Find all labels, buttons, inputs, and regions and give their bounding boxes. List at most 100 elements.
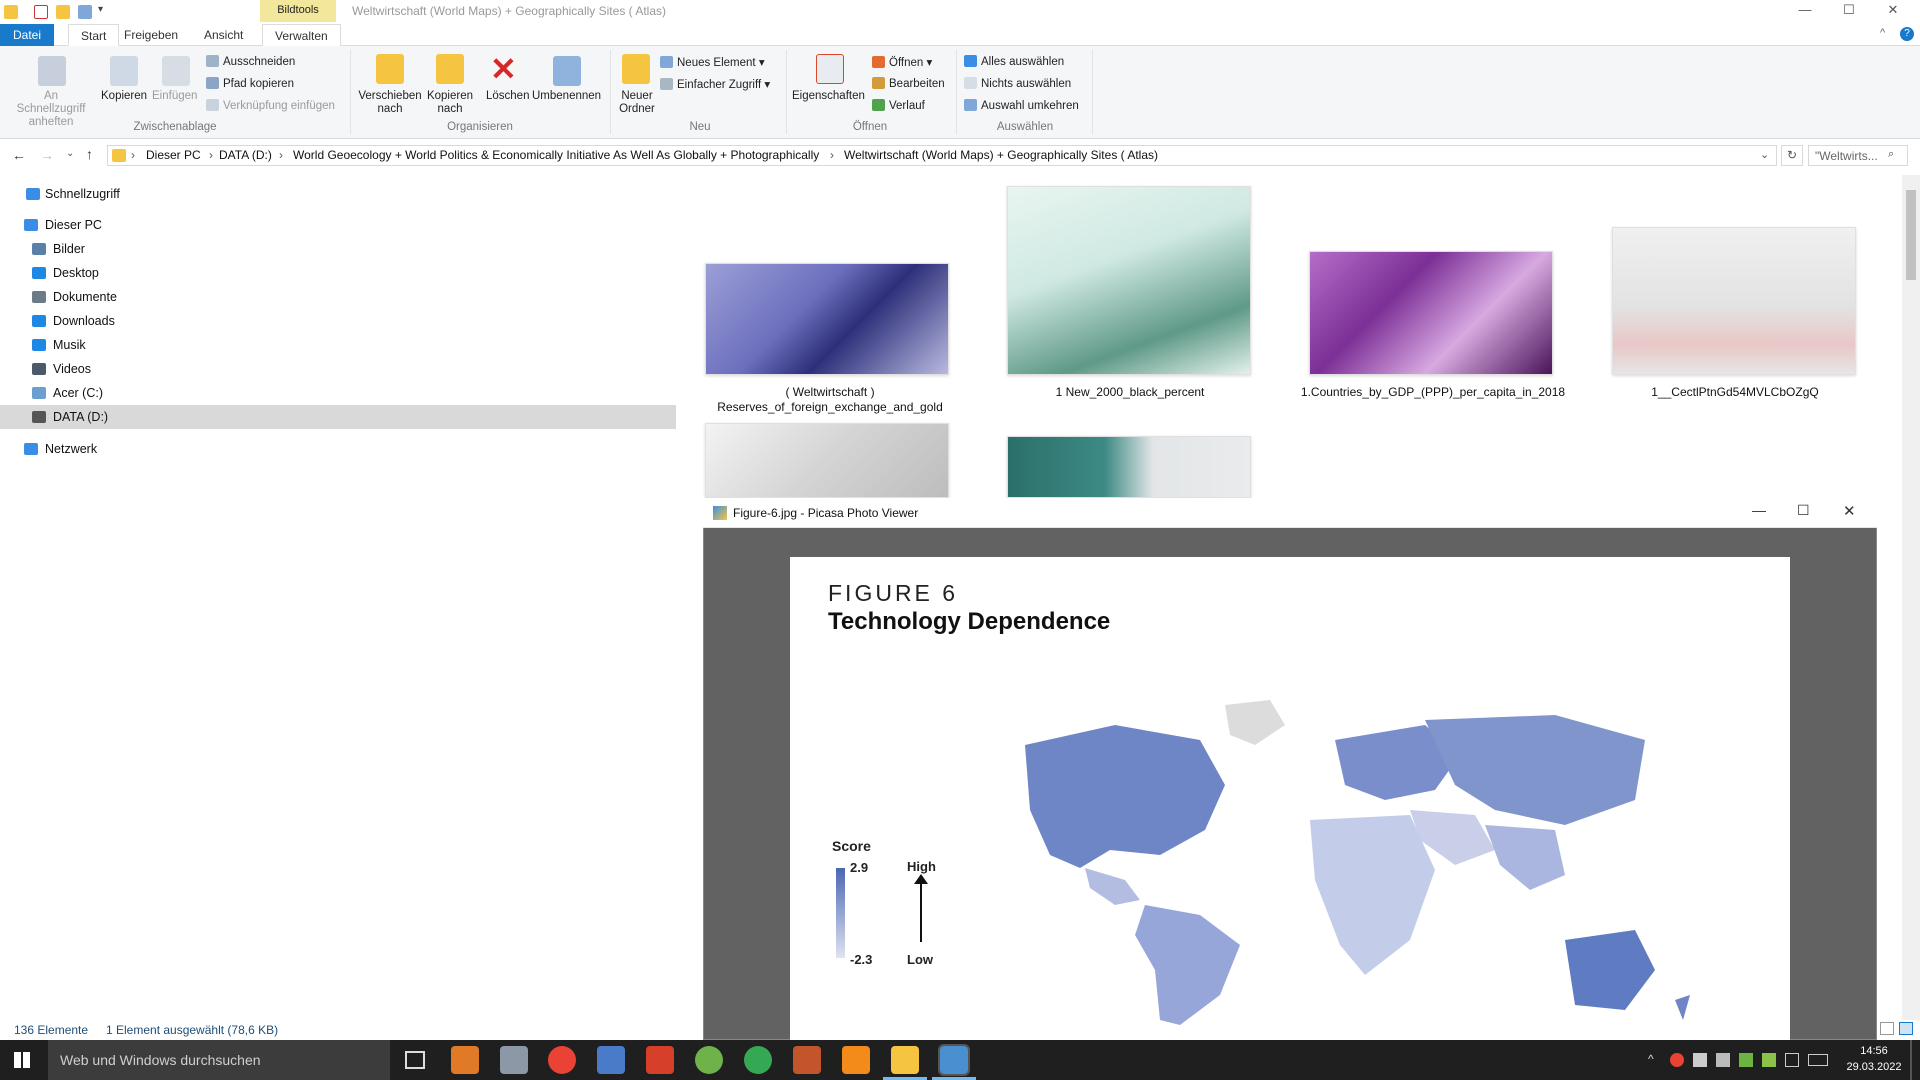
rename-qat-icon[interactable]	[78, 5, 92, 19]
properties-button[interactable]: Eigenschaften	[792, 90, 865, 102]
breadcrumb-separator-icon[interactable]: ›	[830, 148, 834, 162]
taskbar-time[interactable]: 14:56	[1848, 1045, 1900, 1057]
breadcrumb-separator-icon[interactable]: ›	[209, 148, 213, 162]
picasa-taskbar-icon[interactable]	[695, 1046, 723, 1074]
copy-to-button[interactable]: Kopieren nach	[422, 90, 478, 116]
nav-item-bilder[interactable]: Bilder	[0, 237, 676, 261]
cut-button[interactable]: Ausschneiden	[206, 55, 295, 68]
file-thumbnail[interactable]	[1612, 227, 1856, 375]
picasa-viewer-taskbar-icon[interactable]	[938, 1044, 970, 1076]
file-explorer-taskbar-icon[interactable]	[891, 1046, 919, 1074]
scrollbar-thumb[interactable]	[1906, 190, 1916, 280]
file-thumbnail[interactable]	[1309, 251, 1553, 375]
edit-button[interactable]: Bearbeiten	[872, 77, 945, 90]
file-caption[interactable]: 1 New_2000_black_percent	[985, 385, 1275, 400]
back-icon[interactable]: ←	[12, 147, 26, 163]
picasa-minimize-button[interactable]: —	[1752, 502, 1766, 518]
breadcrumb-separator-icon[interactable]: ›	[131, 148, 135, 162]
nav-item-dieser-pc[interactable]: Dieser PC	[0, 213, 676, 237]
tab-ansicht[interactable]: Ansicht	[192, 24, 255, 46]
rename-button[interactable]: Umbenennen	[532, 90, 601, 102]
tray-chevron-icon[interactable]: ^	[1648, 1052, 1654, 1066]
taskbar-app-icon[interactable]	[500, 1046, 528, 1074]
select-none-button[interactable]: Nichts auswählen	[964, 77, 1071, 90]
file-thumbnail[interactable]	[1007, 436, 1251, 498]
picasa-maximize-button[interactable]: ☐	[1797, 502, 1810, 519]
show-desktop-button[interactable]	[1910, 1040, 1912, 1080]
breadcrumb-data-d[interactable]: DATA (D:)	[219, 148, 272, 162]
ribbon-collapse-icon[interactable]: ^	[1880, 27, 1885, 39]
paste-shortcut-button[interactable]: Verknüpfung einfügen	[206, 99, 335, 112]
breadcrumb-world-geoecology[interactable]: World Geoecology + World Politics & Econ…	[293, 148, 819, 162]
keyboard-icon[interactable]	[1808, 1054, 1828, 1066]
nav-item-acer-c[interactable]: Acer (C:)	[0, 381, 676, 405]
qat-dropdown-icon[interactable]: ▾	[98, 4, 103, 15]
taskbar-app-icon[interactable]	[646, 1046, 674, 1074]
tab-verwalten[interactable]: Verwalten	[262, 24, 341, 46]
tab-freigeben[interactable]: Freigeben	[112, 24, 190, 46]
breadcrumb-weltwirtschaft[interactable]: Weltwirtschaft (World Maps) + Geographic…	[844, 148, 1158, 162]
minimize-button[interactable]: —	[1782, 0, 1828, 22]
maximize-button[interactable]: ☐	[1826, 0, 1872, 22]
windows-start-icon[interactable]	[14, 1052, 30, 1068]
nav-item-downloads[interactable]: Downloads	[0, 309, 676, 333]
forward-icon[interactable]: →	[40, 147, 54, 163]
nav-item-videos[interactable]: Videos	[0, 357, 676, 381]
breadcrumb-separator-icon[interactable]: ›	[279, 148, 283, 162]
close-button[interactable]: ✕	[1870, 0, 1916, 22]
nvidia-icon[interactable]	[1762, 1053, 1776, 1067]
file-caption[interactable]: ( Weltwirtschaft ) Reserves_of_foreign_e…	[685, 385, 975, 415]
volume-icon[interactable]	[1693, 1053, 1707, 1067]
new-item-button[interactable]: Neues Element ▾	[660, 55, 765, 69]
chrome-taskbar-icon[interactable]	[744, 1046, 772, 1074]
copy-path-button[interactable]: Pfad kopieren	[206, 77, 294, 90]
nav-item-schnellzugriff[interactable]: Schnellzugriff	[0, 182, 676, 206]
nav-item-desktop[interactable]: Desktop	[0, 261, 676, 285]
tab-datei[interactable]: Datei	[0, 24, 54, 46]
copy-button[interactable]: Kopieren	[101, 90, 147, 102]
vertical-scrollbar[interactable]	[1902, 175, 1920, 1020]
taskbar-search-input[interactable]: Web und Windows durchsuchen	[48, 1040, 390, 1080]
file-caption[interactable]: 1__CectlPtnGd54MVLCbOZgQ	[1590, 385, 1880, 400]
taskbar-app-icon[interactable]	[548, 1046, 576, 1074]
tray-app-icon[interactable]	[1739, 1053, 1753, 1067]
file-caption[interactable]: 1.Countries_by_GDP_(PPP)_per_capita_in_2…	[1288, 385, 1578, 400]
nav-item-dokumente[interactable]: Dokumente	[0, 285, 676, 309]
large-icons-view-icon[interactable]	[1899, 1022, 1913, 1035]
invert-selection-button[interactable]: Auswahl umkehren	[964, 99, 1079, 112]
easy-access-button[interactable]: Einfacher Zugriff ▾	[660, 77, 770, 91]
notification-icon[interactable]	[1785, 1053, 1799, 1067]
vlc-taskbar-icon[interactable]	[842, 1046, 870, 1074]
history-button[interactable]: Verlauf	[872, 99, 925, 112]
new-folder-button[interactable]: Neuer Ordner	[616, 90, 658, 116]
properties-qat-icon[interactable]	[34, 5, 48, 19]
nav-item-data-d[interactable]: DATA (D:)	[0, 405, 676, 429]
task-view-icon[interactable]	[405, 1051, 425, 1069]
delete-button[interactable]: Löschen	[486, 90, 529, 102]
nav-item-netzwerk[interactable]: Netzwerk	[0, 437, 676, 461]
picasa-close-button[interactable]: ✕	[1843, 502, 1856, 520]
nav-item-musik[interactable]: Musik	[0, 333, 676, 357]
help-icon[interactable]: ?	[1900, 27, 1914, 41]
select-all-button[interactable]: Alles auswählen	[964, 55, 1064, 68]
move-to-button[interactable]: Verschieben nach	[358, 90, 422, 116]
address-dropdown-icon[interactable]: ⌄	[1760, 148, 1769, 161]
file-thumbnail[interactable]	[1007, 186, 1251, 375]
breadcrumb-dieser-pc[interactable]: Dieser PC	[146, 148, 201, 162]
pin-quick-access-button[interactable]: An Schnellzugriff anheften	[8, 90, 94, 129]
file-thumbnail[interactable]	[705, 263, 949, 375]
refresh-icon[interactable]: ↻	[1781, 145, 1803, 166]
taskbar-app-icon[interactable]	[597, 1046, 625, 1074]
file-thumbnail[interactable]	[705, 423, 949, 498]
taskbar-app-icon[interactable]	[451, 1046, 479, 1074]
taskbar-date[interactable]: 29.03.2022	[1846, 1061, 1902, 1073]
taskbar-app-icon[interactable]	[793, 1046, 821, 1074]
tray-app-icon[interactable]	[1670, 1053, 1684, 1067]
details-view-icon[interactable]	[1880, 1022, 1894, 1035]
network-tray-icon[interactable]	[1716, 1053, 1730, 1067]
open-button[interactable]: Öffnen ▾	[872, 55, 932, 69]
new-folder-qat-icon[interactable]	[56, 5, 70, 19]
paste-button[interactable]: Einfügen	[152, 90, 197, 102]
recent-locations-icon[interactable]: ⌄	[66, 148, 74, 159]
up-icon[interactable]: ↑	[86, 146, 93, 162]
